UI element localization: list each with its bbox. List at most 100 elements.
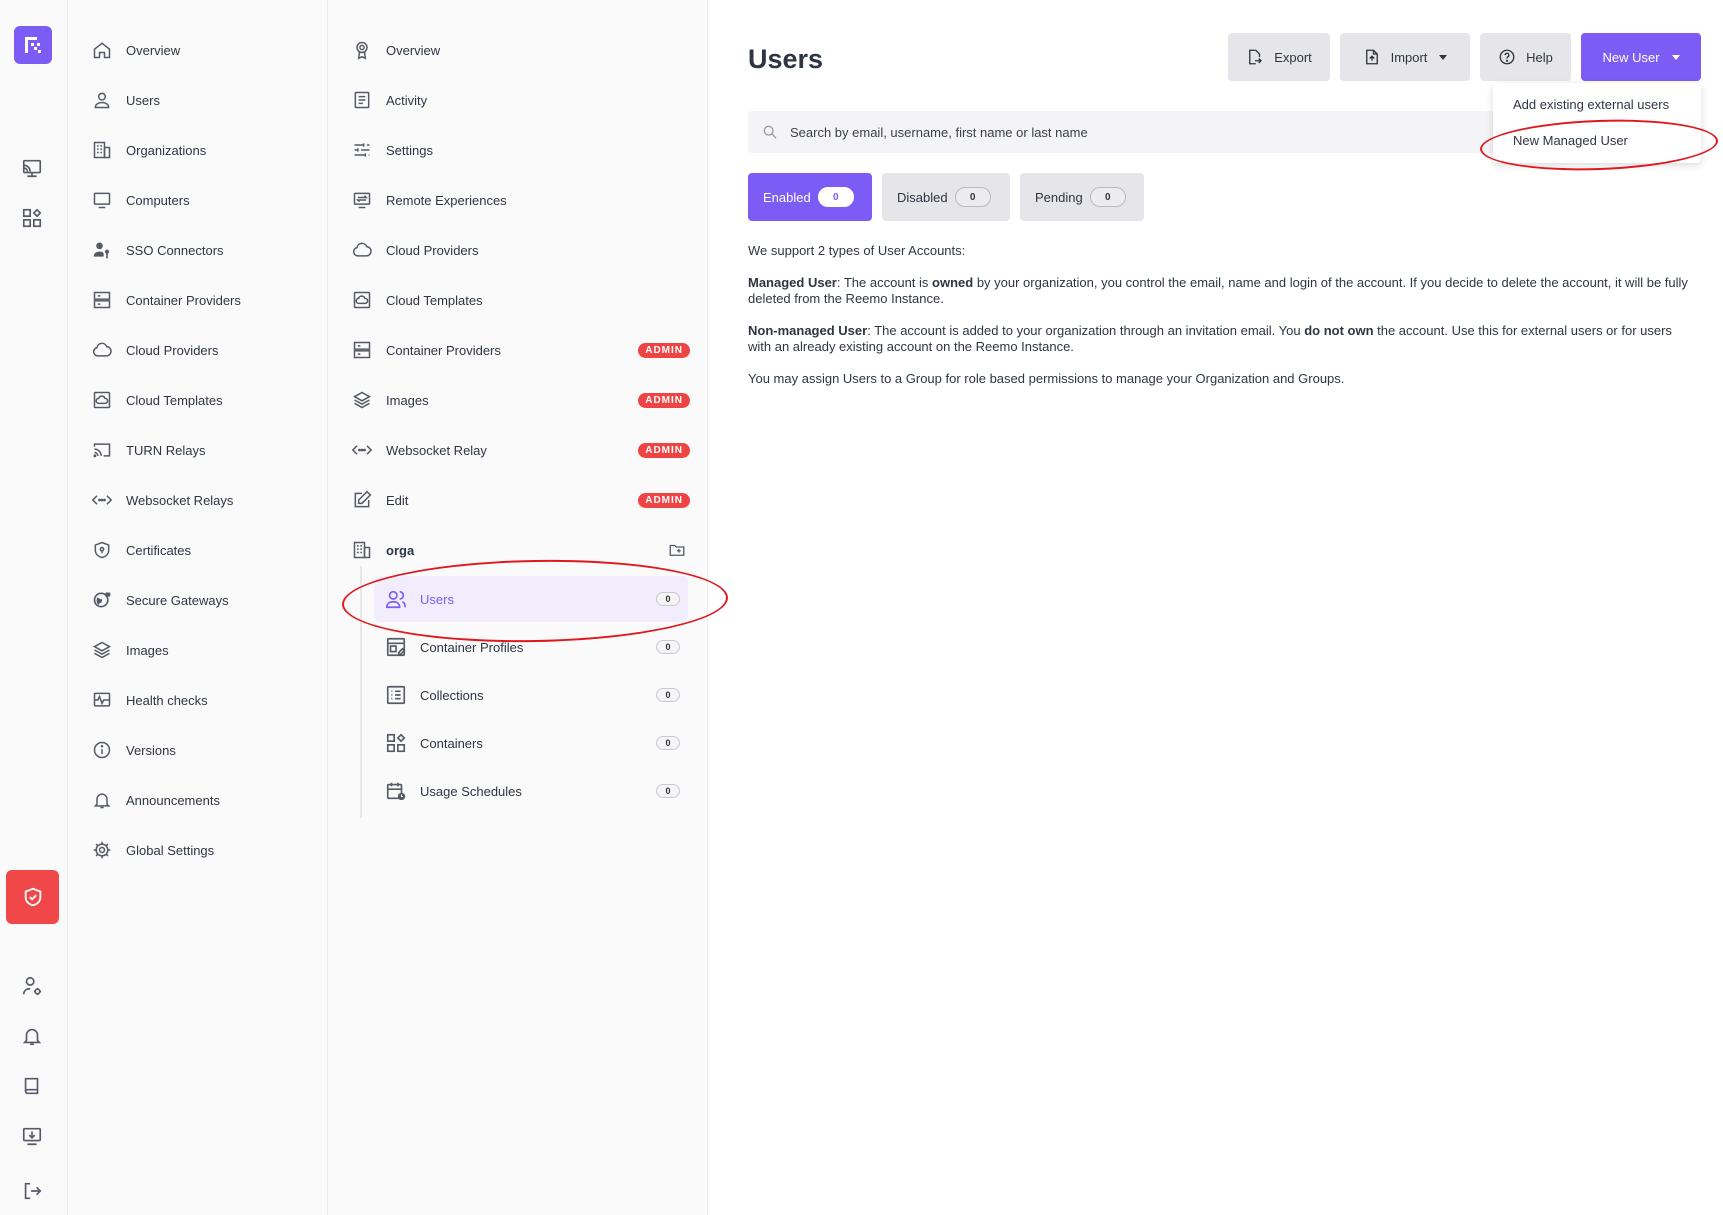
admin-nav-container-providers[interactable]: Container Providers — [90, 285, 310, 315]
admin-nav-users[interactable]: Users — [90, 85, 310, 115]
server-icon — [350, 338, 374, 362]
admin-nav-certificates[interactable]: Certificates — [90, 535, 310, 565]
nav-label: Container Providers — [126, 292, 241, 308]
code-dots-icon — [350, 438, 374, 462]
admin-nav-health-checks[interactable]: Health checks — [90, 685, 310, 715]
admin-nav-cloud-templates[interactable]: Cloud Templates — [90, 385, 310, 415]
org-header[interactable]: orga — [350, 535, 690, 565]
user-settings-icon[interactable] — [19, 973, 45, 999]
info-intro: We support 2 types of User Accounts: — [748, 243, 966, 258]
nav-label: Usage Schedules — [420, 783, 522, 799]
admin-nav-computers[interactable]: Computers — [90, 185, 310, 215]
nav-label: Users — [126, 92, 160, 108]
search-input[interactable] — [790, 124, 1490, 140]
tab-pending[interactable]: Pending 0 — [1020, 173, 1144, 221]
download-icon[interactable] — [19, 1123, 45, 1149]
user-icon — [90, 88, 114, 112]
tree-line — [360, 566, 362, 818]
admin-nav-websocket-relays[interactable]: Websocket Relays — [90, 485, 310, 515]
logo-icon[interactable] — [14, 26, 52, 64]
count-badge: 0 — [817, 187, 854, 207]
chevron-down-icon — [1439, 54, 1448, 60]
users-icon — [384, 587, 408, 611]
org-nav-images[interactable]: Images ADMIN — [350, 385, 690, 415]
org-sub-usage-schedules[interactable]: Usage Schedules 0 — [374, 768, 688, 814]
org-nav-cloud-templates[interactable]: Cloud Templates — [350, 285, 690, 315]
admin-nav-cloud-providers[interactable]: Cloud Providers — [90, 335, 310, 365]
nav-label: Remote Experiences — [386, 192, 507, 208]
admin-nav-secure-gateways[interactable]: Secure Gateways — [90, 585, 310, 615]
bell-icon — [90, 788, 114, 812]
org-nav-overview[interactable]: Overview — [350, 35, 690, 65]
org-sub-users[interactable]: Users 0 — [374, 576, 688, 622]
calendar-clock-icon — [384, 779, 408, 803]
menu-item-add-external-users[interactable]: Add existing external users — [1513, 97, 1669, 112]
help-button[interactable]: Help — [1480, 33, 1571, 81]
nav-label: Users — [420, 591, 454, 607]
admin-sidebar: Overview Users Organizations Computers S… — [68, 0, 328, 1215]
book-icon[interactable] — [19, 1073, 45, 1099]
nav-label: Secure Gateways — [126, 592, 229, 608]
cast-icon[interactable] — [19, 155, 45, 181]
container-profile-icon — [384, 635, 408, 659]
admin-nav-images[interactable]: Images — [90, 635, 310, 665]
admin-nav-sso-connectors[interactable]: SSO Connectors — [90, 235, 310, 265]
tab-enabled[interactable]: Enabled 0 — [748, 173, 872, 221]
new-user-menu: Add existing external users New Managed … — [1493, 83, 1701, 163]
info-bold: do not own — [1304, 323, 1374, 338]
file-import-icon — [1363, 48, 1381, 66]
logout-icon[interactable] — [19, 1178, 45, 1204]
security-button[interactable] — [6, 870, 59, 924]
admin-nav-versions[interactable]: Versions — [90, 735, 310, 765]
folder-plus-icon[interactable] — [668, 541, 686, 559]
nav-label: Websocket Relay — [386, 442, 487, 458]
org-nav-settings[interactable]: Settings — [350, 135, 690, 165]
org-sub-containers[interactable]: Containers 0 — [374, 720, 688, 766]
user-key-icon — [90, 238, 114, 262]
nav-label: Container Providers — [386, 342, 501, 358]
apps-icon[interactable] — [19, 205, 45, 231]
import-button[interactable]: Import — [1340, 33, 1470, 81]
admin-nav-organizations[interactable]: Organizations — [90, 135, 310, 165]
org-nav-edit[interactable]: Edit ADMIN — [350, 485, 690, 515]
org-nav-container-providers[interactable]: Container Providers ADMIN — [350, 335, 690, 365]
admin-nav-announcements[interactable]: Announcements — [90, 785, 310, 815]
new-user-button[interactable]: New User — [1581, 33, 1701, 81]
nav-label: Overview — [386, 42, 441, 58]
nav-label: Cloud Providers — [386, 242, 479, 258]
new-user-label: New User — [1602, 49, 1660, 65]
admin-nav-overview[interactable]: Overview — [90, 35, 310, 65]
tab-disabled[interactable]: Disabled 0 — [882, 173, 1010, 221]
info-groups: You may assign Users to a Group for role… — [748, 371, 1345, 386]
org-nav-cloud-providers[interactable]: Cloud Providers — [350, 235, 690, 265]
help-icon — [1498, 48, 1516, 66]
menu-item-new-managed-user[interactable]: New Managed User — [1513, 133, 1628, 148]
export-button[interactable]: Export — [1228, 33, 1330, 81]
search-bar[interactable] — [748, 111, 1618, 153]
bell-icon[interactable] — [19, 1023, 45, 1049]
info-managed-user: Managed User: The account is owned by yo… — [748, 275, 1698, 307]
admin-nav-global-settings[interactable]: Global Settings — [90, 835, 310, 865]
file-export-icon — [1246, 48, 1264, 66]
count-badge: 0 — [656, 640, 680, 654]
info-text: : The account is added to your organizat… — [867, 323, 1305, 338]
admin-nav-turn-relays[interactable]: TURN Relays — [90, 435, 310, 465]
nav-label: Announcements — [126, 792, 220, 808]
org-nav-remote-experiences[interactable]: Remote Experiences — [350, 185, 690, 215]
remote-icon — [350, 188, 374, 212]
org-sub-container-profiles[interactable]: Container Profiles 0 — [374, 624, 688, 670]
nav-label: Cloud Providers — [126, 342, 219, 358]
org-sub-collections[interactable]: Collections 0 — [374, 672, 688, 718]
nav-label: Settings — [386, 142, 433, 158]
shield-icon — [24, 887, 41, 907]
nav-label: Computers — [126, 192, 190, 208]
org-nav-activity[interactable]: Activity — [350, 85, 690, 115]
main-content: Users Export Import Help New User Add ex… — [708, 0, 1723, 1215]
nav-label: Edit — [386, 492, 409, 508]
org-nav-websocket-relay[interactable]: Websocket Relay ADMIN — [350, 435, 690, 465]
edit-icon — [350, 488, 374, 512]
admin-badge: ADMIN — [638, 342, 690, 358]
nav-label: Overview — [126, 42, 181, 58]
cloud-template-icon — [90, 388, 114, 412]
nav-label: Containers — [420, 735, 483, 751]
